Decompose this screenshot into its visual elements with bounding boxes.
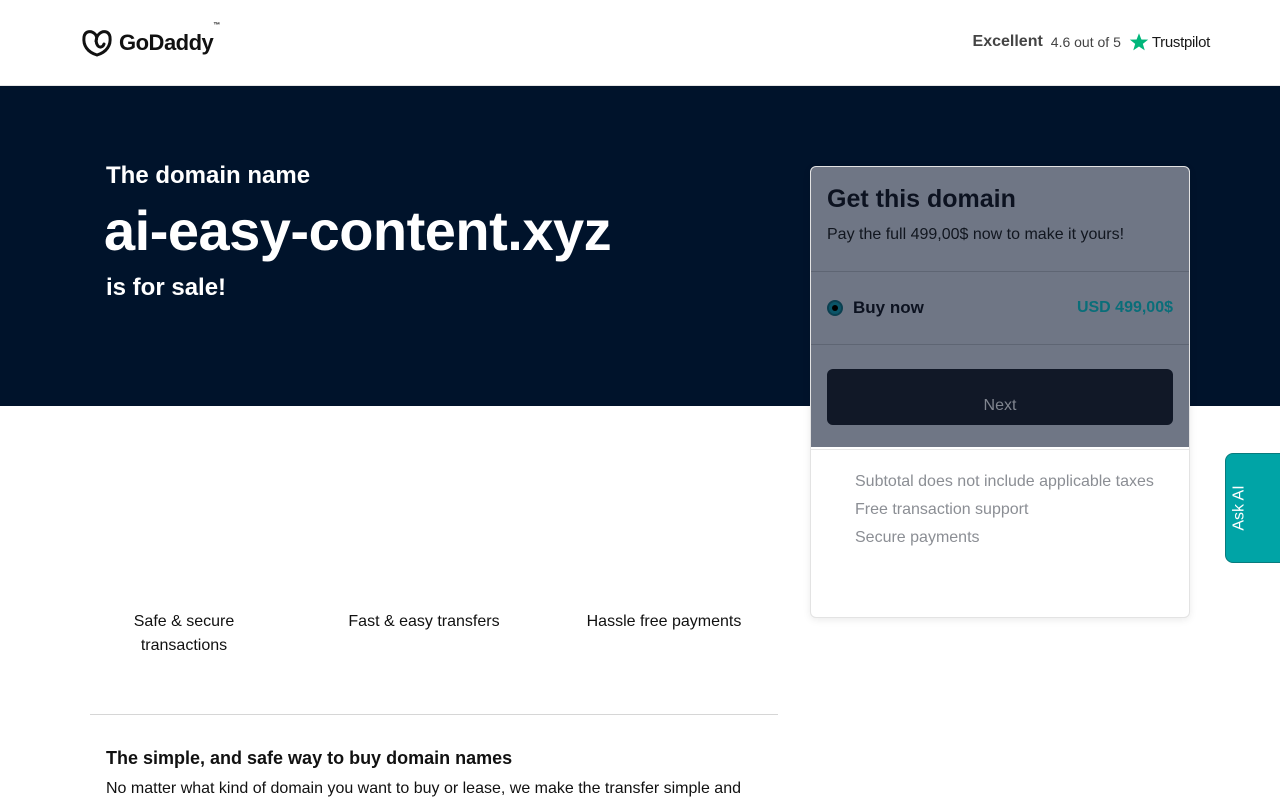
card-title: Get this domain [827,185,1016,213]
godaddy-logo[interactable]: GoDaddy™ [81,22,220,58]
rating-word: Excellent [972,33,1043,50]
rating-score: 4.6 out of 5 [1050,34,1121,50]
feature-item: Subtotal does not include applicable tax… [855,473,1154,490]
godaddy-logo-icon [82,30,112,57]
trustpilot-rating[interactable]: Excellent 4.6 out of 5 Trustpilot [972,28,1211,56]
logo-trademark: ™ [213,22,220,29]
purchase-card: Get this domain Pay the full 499,00$ now… [810,166,1190,618]
ask-ai-label: Ask AI [1230,485,1248,531]
hero-posttitle: is for sale! [106,274,227,301]
feature-list: Subtotal does not include applicable tax… [855,471,1154,555]
section-divider [90,714,778,715]
site-header: GoDaddy™ Excellent 4.6 out of 5 Trustpil… [0,0,1280,86]
benefit-safe-secure: Safe & secure transactions [133,613,235,654]
logo-wordmark: GoDaddy [119,30,214,55]
hero-pretitle: The domain name [106,162,311,189]
buy-now-label: Buy now [853,298,924,317]
card-divider [811,271,1189,272]
card-subtitle: Pay the full 499,00$ now to make it your… [827,226,1125,243]
card-divider [811,344,1189,345]
trustpilot-brand: Trustpilot [1129,32,1210,52]
section-body: No matter what kind of domain you want t… [106,780,741,797]
buy-now-price: USD 499,00$ [1076,299,1173,316]
trustpilot-star-icon [1129,33,1149,51]
buy-now-radio[interactable] [827,300,843,316]
next-button[interactable]: Next [827,369,1173,425]
radio-dot [832,305,838,311]
benefit-hassle-free: Hassle free payments [586,613,742,630]
benefit-fast-transfers: Fast & easy transfers [348,613,500,630]
card-divider [811,449,1189,450]
ask-ai-button[interactable]: Ask AI [1225,453,1280,563]
feature-item: Secure payments [855,529,980,546]
feature-item: Free transaction support [855,501,1029,518]
buy-now-option[interactable]: Buy now USD 499,00$ [827,297,1173,319]
domain-name: ai-easy-content.xyz [104,199,612,262]
section-title: The simple, and safe way to buy domain n… [106,748,513,768]
trustpilot-text: Trustpilot [1151,33,1210,51]
